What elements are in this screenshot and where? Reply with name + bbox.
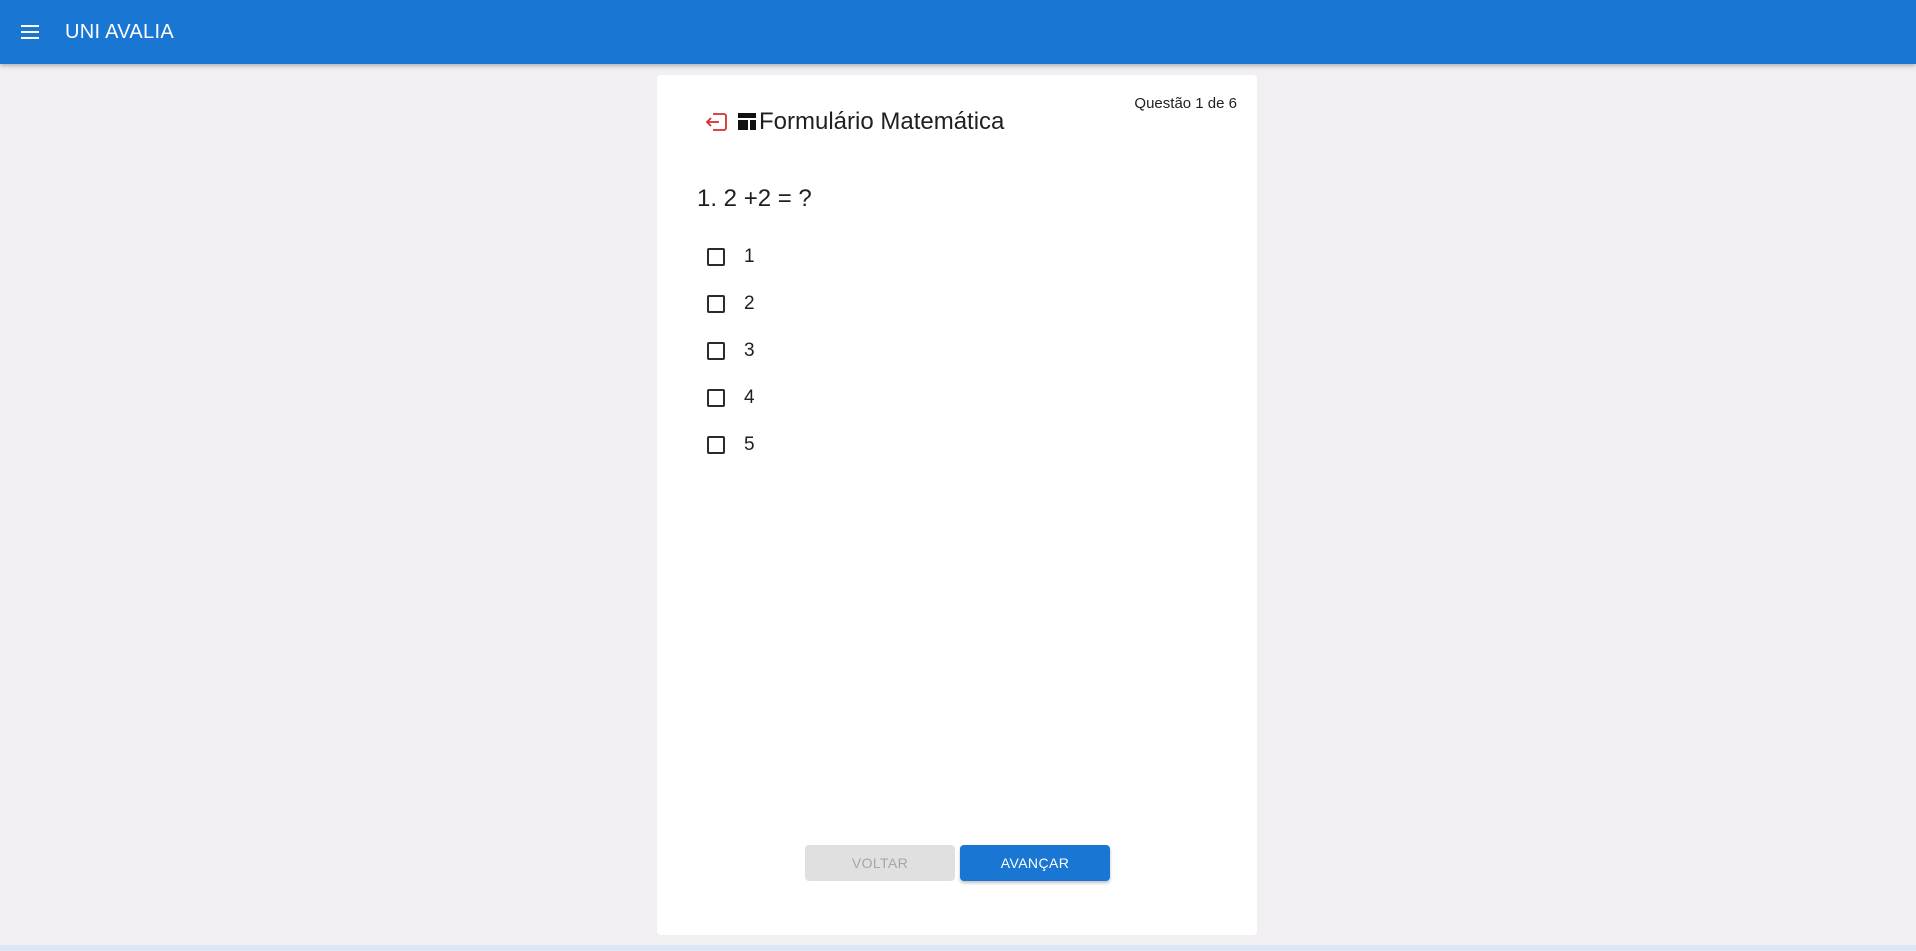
- checkbox[interactable]: [707, 388, 725, 407]
- form-header: Formulário Matemática: [702, 108, 1004, 136]
- back-button[interactable]: VOLTAR: [805, 845, 955, 881]
- form-title: Formulário Matemática: [759, 108, 1005, 135]
- app-title: UNI AVALIA: [65, 21, 174, 43]
- question-text: 1. 2 +2 = ?: [697, 185, 812, 212]
- option-label: 2: [744, 292, 755, 314]
- answer-options: 1 2 3 4 5: [705, 233, 755, 468]
- answer-option[interactable]: 4: [705, 374, 755, 421]
- answer-option[interactable]: 5: [705, 421, 755, 468]
- answer-option[interactable]: 3: [705, 327, 755, 374]
- answer-option[interactable]: 1: [705, 233, 755, 280]
- option-label: 3: [744, 339, 755, 361]
- app-bar: UNI AVALIA: [0, 0, 1916, 64]
- next-button[interactable]: AVANÇAR: [960, 845, 1110, 881]
- checkbox[interactable]: [707, 341, 725, 360]
- option-label: 5: [744, 433, 755, 455]
- bottom-strip: [0, 945, 1916, 951]
- menu-icon: [21, 25, 39, 39]
- exit-button[interactable]: [702, 108, 730, 136]
- form-icon: [736, 111, 758, 133]
- exit-icon: [706, 113, 727, 131]
- checkbox[interactable]: [707, 435, 725, 454]
- navigation-actions: VOLTAR AVANÇAR: [805, 845, 1110, 881]
- checkbox[interactable]: [707, 294, 725, 313]
- question-counter: Questão 1 de 6: [1134, 95, 1237, 112]
- option-label: 4: [744, 386, 755, 408]
- checkbox[interactable]: [707, 247, 725, 266]
- answer-option[interactable]: 2: [705, 280, 755, 327]
- form-card: Questão 1 de 6 Formulário Matemática 1. …: [657, 75, 1257, 935]
- option-label: 1: [744, 245, 755, 267]
- menu-button[interactable]: [14, 16, 46, 48]
